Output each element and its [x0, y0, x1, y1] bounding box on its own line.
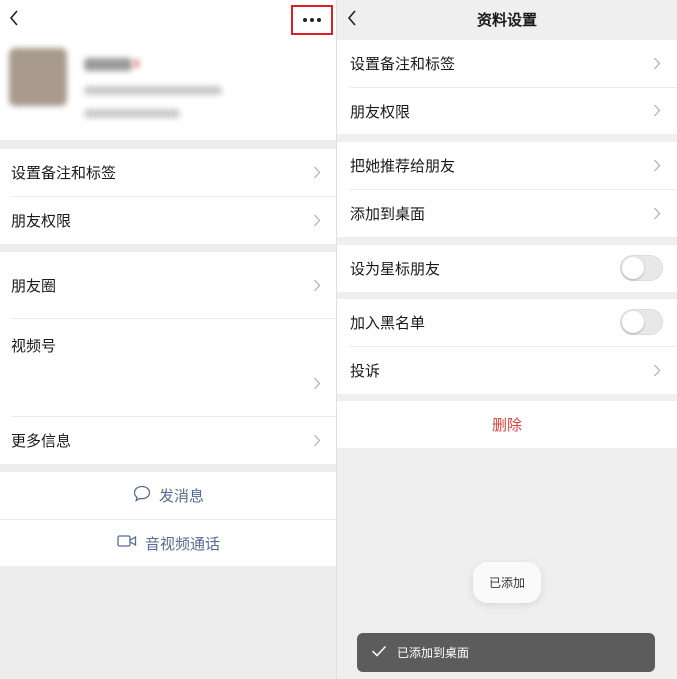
- back-chevron-icon[interactable]: [8, 9, 28, 29]
- more-dot: [310, 18, 314, 22]
- profile-content-group: 朋友圈 视频号 更多信息: [0, 252, 337, 464]
- row-more-info[interactable]: 更多信息: [0, 417, 337, 464]
- row-remark-tags[interactable]: 设置备注和标签: [0, 149, 337, 196]
- row-channels[interactable]: 视频号: [0, 319, 337, 416]
- toggle-knob: [622, 257, 644, 279]
- row-blacklist: 加入黑名单: [337, 299, 677, 346]
- gender-icon: [132, 59, 140, 68]
- added-to-desktop-toast: 已添加到桌面: [357, 633, 655, 672]
- row-friend-permissions[interactable]: 朋友权限: [337, 88, 677, 134]
- more-dot: [317, 18, 321, 22]
- video-call-button[interactable]: 音视频通话: [0, 520, 337, 566]
- row-label: 设置备注和标签: [350, 55, 456, 73]
- more-options-button[interactable]: [291, 5, 333, 35]
- row-label: 把她推荐给朋友: [350, 157, 456, 175]
- settings-group-5: 删除: [337, 401, 677, 448]
- send-message-label: 发消息: [158, 487, 204, 505]
- row-label: 视频号: [11, 337, 57, 355]
- added-bubble: 已添加: [473, 562, 541, 603]
- row-add-to-desktop[interactable]: 添加到桌面: [337, 190, 677, 237]
- row-label: 设为星标朋友: [350, 260, 441, 278]
- row-label: 更多信息: [11, 432, 72, 450]
- chevron-right-icon: [313, 279, 323, 293]
- chevron-right-icon: [653, 57, 663, 71]
- page-title: 资料设置: [476, 10, 537, 29]
- settings-group-1: 设置备注和标签 朋友权限: [337, 40, 677, 134]
- profile-settings-group: 设置备注和标签 朋友权限: [0, 149, 337, 244]
- video-call-label: 音视频通话: [144, 534, 220, 553]
- blacklist-toggle[interactable]: [620, 309, 663, 335]
- row-label: 朋友圈: [11, 276, 57, 295]
- profile-settings-panel: 资料设置 设置备注和标签 朋友权限 把她推荐给朋友 添加到桌面 设为星标朋友 加…: [337, 0, 677, 679]
- avatar[interactable]: [9, 48, 67, 106]
- profile-actions-group: 发消息 音视频通话: [0, 472, 337, 566]
- row-label: 朋友权限: [350, 102, 411, 121]
- star-friend-toggle[interactable]: [620, 255, 663, 281]
- contact-detail-2: [84, 109, 180, 118]
- chevron-right-icon: [653, 159, 663, 173]
- row-star-friend: 设为星标朋友: [337, 245, 677, 292]
- delete-button[interactable]: 删除: [337, 401, 677, 448]
- settings-group-4: 加入黑名单 投诉: [337, 299, 677, 394]
- checkmark-icon: [371, 645, 387, 660]
- chevron-right-icon: [653, 104, 663, 118]
- chevron-right-icon: [313, 434, 323, 448]
- chat-bubble-icon: [133, 485, 151, 506]
- contact-profile-panel: 设置备注和标签 朋友权限 朋友圈 视频号 更多信息 发消息 音视频通话: [0, 0, 337, 679]
- contact-name: [84, 58, 132, 71]
- toast-text: 已添加到桌面: [397, 646, 470, 660]
- settings-group-3: 设为星标朋友: [337, 245, 677, 292]
- chevron-right-icon: [653, 207, 663, 221]
- row-complaint[interactable]: 投诉: [337, 347, 677, 394]
- video-camera-icon: [117, 534, 137, 552]
- chevron-right-icon: [653, 364, 663, 378]
- more-dots-icon: [303, 18, 307, 22]
- row-label: 设置备注和标签: [11, 164, 117, 182]
- row-remark-tags[interactable]: 设置备注和标签: [337, 40, 677, 87]
- row-friend-permissions[interactable]: 朋友权限: [0, 197, 337, 244]
- chevron-right-icon: [313, 166, 323, 180]
- row-label: 投诉: [350, 362, 381, 380]
- row-moments[interactable]: 朋友圈: [0, 252, 337, 318]
- send-message-button[interactable]: 发消息: [0, 472, 337, 519]
- row-recommend-to-friend[interactable]: 把她推荐给朋友: [337, 142, 677, 189]
- profile-header: [0, 0, 337, 140]
- toggle-knob: [622, 311, 644, 333]
- settings-group-2: 把她推荐给朋友 添加到桌面: [337, 142, 677, 237]
- chevron-right-icon: [313, 214, 323, 228]
- row-label: 加入黑名单: [350, 314, 426, 332]
- contact-detail-1: [84, 86, 222, 95]
- row-label: 添加到桌面: [350, 205, 426, 223]
- chevron-right-icon: [313, 377, 323, 391]
- row-label: 朋友权限: [11, 212, 72, 230]
